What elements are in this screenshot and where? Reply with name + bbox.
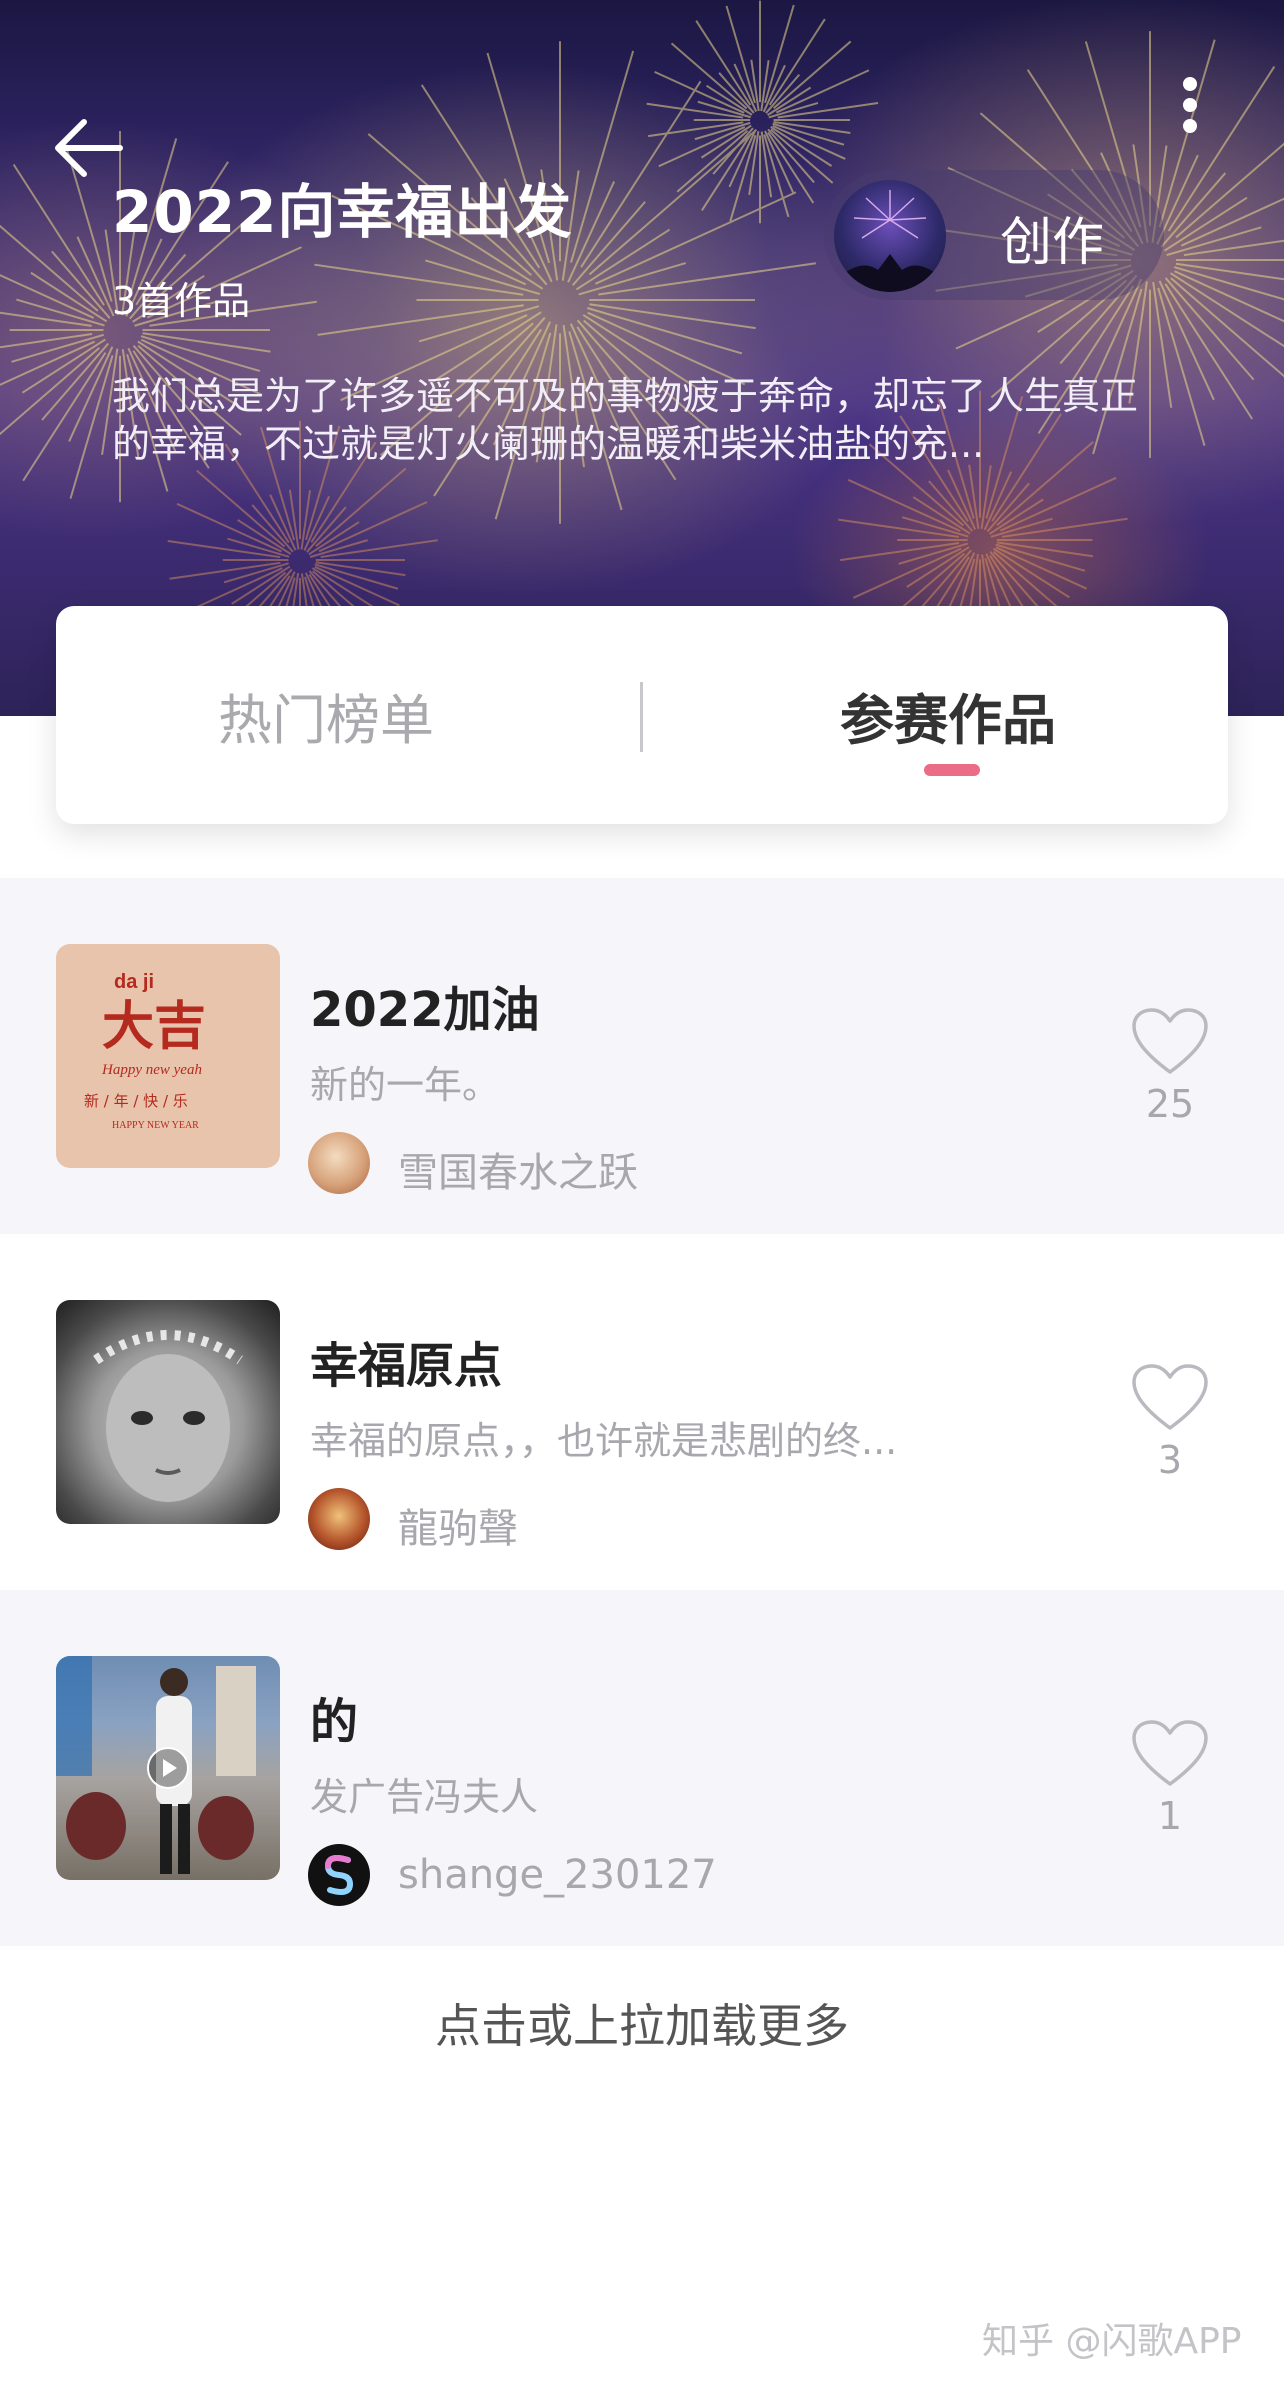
firework-streak [1183, 239, 1284, 257]
author-name[interactable]: shange_230127 [398, 1852, 717, 1898]
entry-subtitle: 幸福的原点，，也许就是悲剧的终... [310, 1419, 898, 1463]
firework-streak [670, 42, 748, 110]
create-button[interactable]: 创作 [824, 170, 1164, 300]
like-count: 3 [1157, 1438, 1183, 1482]
load-more-button[interactable]: 点击或上拉加载更多 [0, 1990, 1284, 2056]
like-button[interactable] [1130, 1718, 1210, 1790]
svg-text:大吉: 大吉 [102, 996, 206, 1057]
heart-icon [1132, 1008, 1208, 1074]
firework-streak [196, 469, 286, 548]
firework-streak [572, 201, 646, 286]
status-bar [0, 0, 1284, 22]
vertical-dots-icon [1183, 77, 1197, 133]
firework-streak [772, 40, 852, 109]
firework-streak [676, 129, 749, 193]
entry-cover-image: da ji 大吉 Happy new yeah 新 / 年 / 快 / 乐 HA… [56, 944, 280, 1168]
firework-streak [41, 342, 110, 421]
firework-streak [1164, 283, 1254, 420]
create-button-label: 创作 [1000, 213, 1105, 273]
page-title: 2022向幸福出发 [112, 178, 573, 246]
firework-streak [570, 50, 635, 263]
firework-streak [1160, 172, 1227, 248]
list-item[interactable]: 的 发广告冯夫人 shange_230127 1 [0, 1590, 1284, 1946]
like-count: 1 [1157, 1794, 1183, 1838]
heart-icon [1132, 1720, 1208, 1786]
active-tab-indicator [924, 764, 980, 776]
entry-subtitle: 新的一年。 [310, 1063, 501, 1107]
author-name[interactable]: 龍驹聲 [398, 1496, 518, 1554]
tab-hot-list[interactable]: 热门榜单 [218, 676, 434, 755]
play-icon [147, 1747, 189, 1789]
more-options-button[interactable] [1168, 70, 1212, 140]
svg-text:Happy new yeah: Happy new yeah [101, 1062, 202, 1078]
entry-title: 2022加油 [310, 982, 540, 1038]
firework-streak [588, 129, 758, 276]
like-count: 25 [1145, 1082, 1195, 1126]
firework-streak [315, 467, 407, 548]
author-avatar[interactable] [308, 1132, 370, 1194]
entry-cover-image [56, 1656, 280, 1880]
firework-streak [1164, 277, 1255, 381]
firework-streak [0, 333, 93, 349]
watermark: 知乎 @闪歌APP [982, 2321, 1242, 2362]
author-name[interactable]: 雪国春水之跃 [398, 1140, 638, 1198]
entry-title: 幸福原点 [310, 1338, 503, 1394]
svg-text:da ji: da ji [114, 971, 154, 993]
topic-description: 我们总是为了许多遥不可及的事物疲于奔命，却忘了人生真正的幸福，不过就是灯火阑珊的… [112, 374, 1139, 466]
tab-entries[interactable]: 参赛作品 [840, 676, 1056, 755]
firework-streak [1175, 262, 1284, 281]
firework-streak [0, 311, 92, 327]
list-item[interactable]: 幸福原点 幸福的原点，，也许就是悲剧的终... 龍驹聲 3 [0, 1234, 1284, 1590]
firework-streak [770, 128, 834, 184]
entry-title: 的 [310, 1694, 359, 1750]
firework-streak [22, 352, 107, 482]
create-avatar-image [834, 180, 946, 292]
firework-streak [920, 549, 972, 609]
firework-streak [51, 250, 111, 319]
entry-subtitle: 发广告冯夫人 [310, 1775, 539, 1819]
author-avatar[interactable] [308, 1844, 370, 1906]
like-button[interactable] [1130, 1006, 1210, 1078]
svg-text:HAPPY NEW YEAR: HAPPY NEW YEAR [112, 1120, 199, 1131]
works-count: 3首作品 [112, 279, 251, 323]
entry-cover-image [56, 1300, 280, 1524]
tab-bar: 热门榜单 参赛作品 [56, 606, 1228, 824]
entries-list: da ji 大吉 Happy new yeah 新 / 年 / 快 / 乐 HA… [0, 878, 1284, 1946]
tab-divider [640, 682, 643, 752]
heart-icon [1132, 1364, 1208, 1430]
list-item[interactable]: da ji 大吉 Happy new yeah 新 / 年 / 快 / 乐 HA… [0, 878, 1284, 1234]
svg-text:新 / 年 / 快 / 乐: 新 / 年 / 快 / 乐 [84, 1092, 188, 1110]
like-button[interactable] [1130, 1362, 1210, 1434]
firework-streak [1170, 272, 1284, 348]
author-avatar[interactable] [308, 1488, 370, 1550]
